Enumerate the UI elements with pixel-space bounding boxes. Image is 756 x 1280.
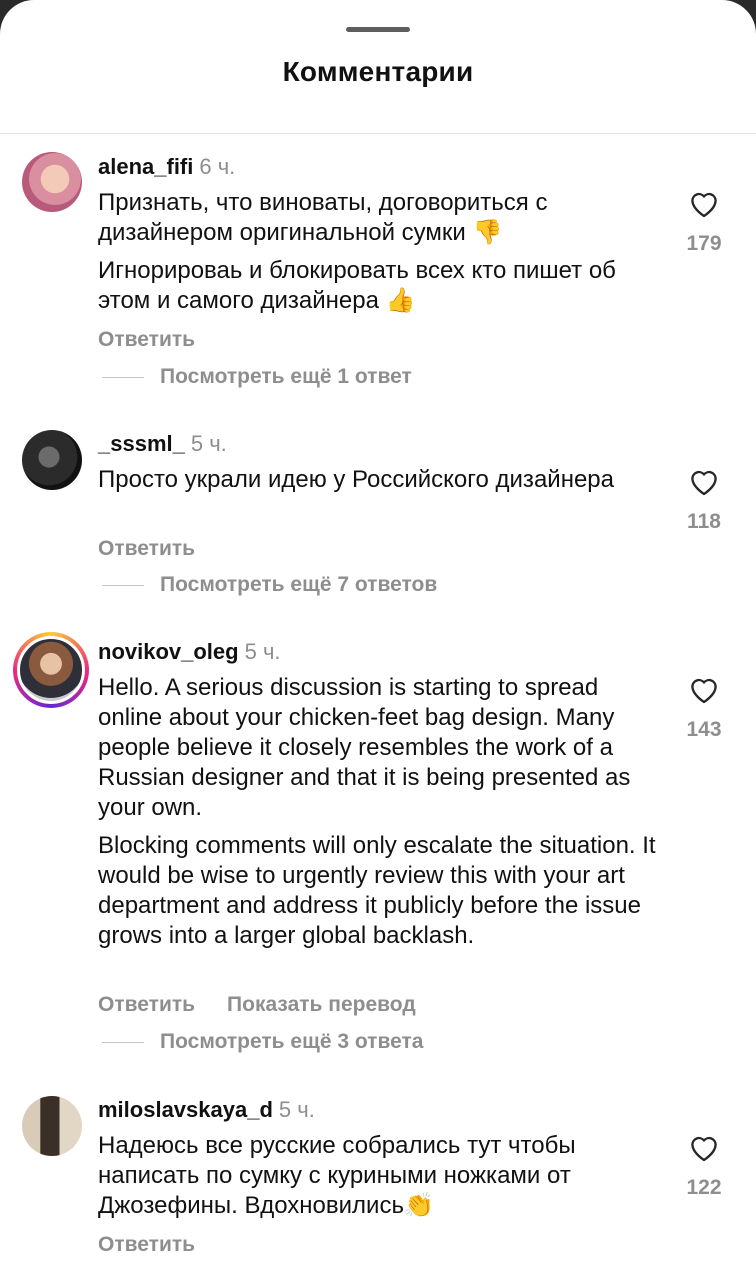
reply-button[interactable]: Ответить [98, 1233, 195, 1256]
comment-text: Надеюсь все русские собрались тут чтобы … [98, 1131, 658, 1221]
comment-paragraph: Надеюсь все русские собрались тут чтобы … [98, 1132, 576, 1219]
like-count: 143 [686, 718, 722, 741]
username[interactable]: _sssml_ [98, 431, 185, 456]
comment-paragraph: Hello. A serious discussion is starting … [98, 674, 631, 821]
view-replies-label: Посмотреть ещё 3 ответа [160, 1030, 424, 1053]
view-replies-button[interactable]: Посмотреть ещё 3 ответа [102, 1030, 423, 1054]
reply-button[interactable]: Ответить [98, 537, 195, 560]
comment-paragraph: Blocking comments will only escalate the… [98, 832, 656, 949]
sheet-title: Комментарии [282, 56, 474, 87]
replies-line [102, 584, 144, 586]
view-replies-button[interactable]: Посмотреть ещё 1 ответ [102, 365, 412, 389]
timestamp: 6 ч. [199, 154, 236, 179]
comment-paragraph: Игнорироваь и блокировать всех кто пишет… [98, 257, 616, 314]
heart-icon[interactable] [687, 188, 721, 218]
timestamp: 5 ч. [244, 639, 281, 664]
replies-line [102, 1041, 144, 1043]
comments-sheet: Комментарии alena_fifi 6 ч. Признать, что… [0, 0, 756, 1280]
like-count: 122 [686, 1176, 722, 1199]
replies-line [102, 376, 144, 378]
avatar[interactable] [22, 1096, 82, 1156]
header-divider [0, 133, 756, 134]
comment-paragraph: Просто украли идею у Российского дизайне… [98, 466, 614, 493]
view-replies-button[interactable]: Посмотреть ещё 7 ответов [102, 573, 437, 597]
drag-handle[interactable] [346, 27, 410, 32]
like-count: 179 [686, 232, 722, 255]
like-button[interactable]: 122 [676, 1132, 732, 1200]
story-ring-avatar[interactable] [13, 632, 89, 708]
avatar [17, 636, 85, 704]
comment-text: Hello. A serious discussion is starting … [98, 673, 658, 951]
timestamp: 5 ч. [190, 431, 227, 456]
reply-button[interactable]: Ответить [98, 328, 195, 351]
username[interactable]: miloslavskaya_d [98, 1097, 273, 1122]
like-button[interactable]: 118 [676, 466, 732, 534]
heart-icon[interactable] [687, 466, 721, 496]
comment-paragraph: Признать, что виноваты, договориться с д… [98, 189, 548, 246]
like-button[interactable]: 143 [676, 674, 732, 742]
like-button[interactable]: 179 [676, 188, 732, 256]
username[interactable]: alena_fifi [98, 154, 193, 179]
heart-icon[interactable] [687, 1132, 721, 1162]
view-replies-label: Посмотреть ещё 7 ответов [160, 573, 438, 596]
comment-text: Признать, что виноваты, договориться с д… [98, 188, 658, 316]
heart-icon[interactable] [687, 674, 721, 704]
avatar[interactable] [22, 430, 82, 490]
avatar[interactable] [22, 152, 82, 212]
view-replies-label: Посмотреть ещё 1 ответ [160, 365, 412, 388]
like-count: 118 [687, 510, 721, 533]
translate-button[interactable]: Показать перевод [227, 993, 416, 1016]
reply-button[interactable]: Ответить [98, 993, 195, 1016]
username[interactable]: novikov_oleg [98, 639, 239, 664]
timestamp: 5 ч. [278, 1097, 315, 1122]
comment-text: Просто украли идею у Российского дизайне… [98, 465, 658, 495]
